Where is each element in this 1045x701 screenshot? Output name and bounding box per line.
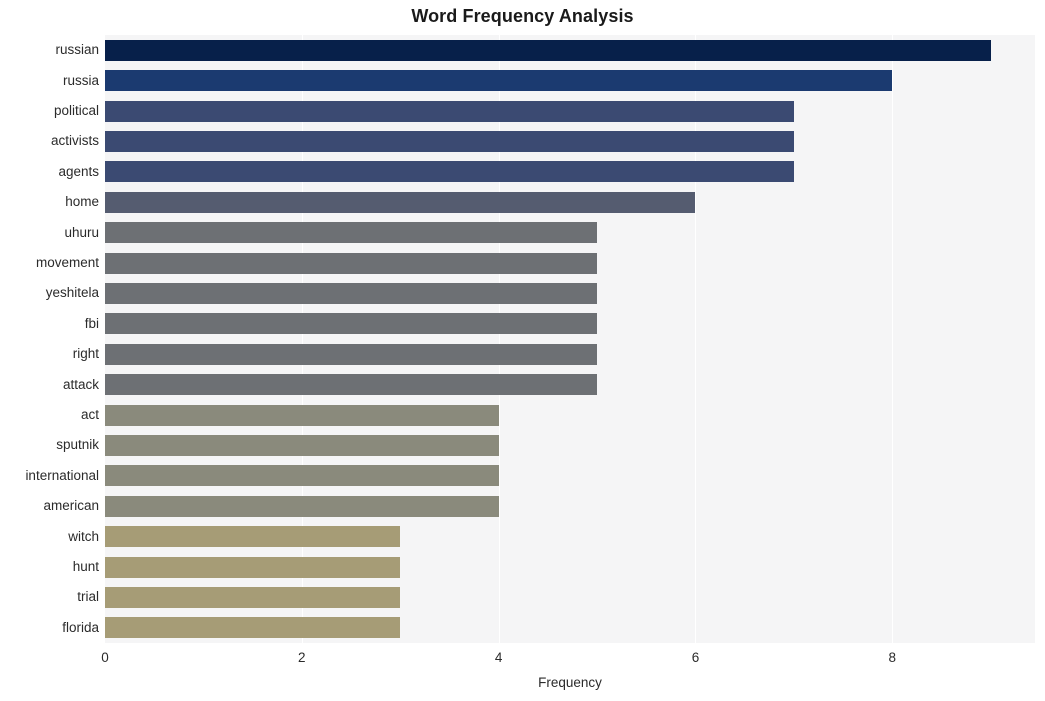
bar-yeshitela bbox=[105, 282, 598, 304]
bar-act bbox=[105, 404, 499, 426]
x-tick-label-6: 6 bbox=[691, 650, 700, 665]
y-tick-label-hunt: hunt bbox=[72, 559, 99, 574]
bar-activists bbox=[105, 130, 794, 152]
x-axis-tick-labels: 0 2 4 6 8 bbox=[0, 650, 1045, 672]
y-tick-label-right: right bbox=[72, 346, 99, 362]
bar-political bbox=[105, 100, 794, 122]
y-tick-label-activists: activists bbox=[50, 133, 99, 149]
y-tick-label-american: american bbox=[43, 498, 99, 514]
y-tick-label-russian: russian bbox=[55, 42, 99, 58]
x-tick-label-2: 2 bbox=[298, 650, 306, 665]
bar-trial bbox=[105, 586, 401, 608]
bar-american bbox=[105, 495, 499, 517]
y-tick-label-international: international bbox=[25, 467, 99, 483]
bar-right bbox=[105, 343, 598, 365]
y-tick-label-yeshitela: yeshitela bbox=[45, 285, 99, 301]
y-tick-label-fbi: fbi bbox=[84, 315, 99, 331]
x-tick-label-0: 0 bbox=[101, 650, 109, 665]
bar-movement bbox=[105, 252, 598, 274]
bar-russian bbox=[105, 39, 991, 61]
x-tick-label-8: 8 bbox=[888, 650, 897, 665]
y-tick-label-witch: witch bbox=[68, 528, 99, 544]
bar-international bbox=[105, 465, 499, 487]
y-tick-label-political: political bbox=[53, 103, 99, 118]
bar-attack bbox=[105, 374, 598, 396]
x-tick-label-4: 4 bbox=[494, 650, 503, 665]
y-axis-tick-labels: russian russia political activists agents hom… bbox=[0, 35, 99, 643]
bar-sputnik bbox=[105, 434, 499, 456]
x-axis-title: Frequency bbox=[538, 675, 602, 690]
bars-layer bbox=[105, 35, 1035, 643]
bar-russia bbox=[105, 70, 893, 92]
y-tick-label-trial: trial bbox=[77, 589, 99, 605]
bar-uhuru bbox=[105, 222, 598, 244]
bar-witch bbox=[105, 526, 401, 548]
bar-fbi bbox=[105, 313, 598, 335]
y-tick-label-russia: russia bbox=[62, 72, 99, 88]
y-tick-label-uhuru: uhuru bbox=[64, 224, 99, 240]
y-tick-label-sputnik: sputnik bbox=[56, 437, 99, 453]
bar-florida bbox=[105, 617, 401, 639]
plot-area bbox=[105, 35, 1035, 643]
y-tick-label-attack: attack bbox=[62, 376, 99, 392]
bar-home bbox=[105, 191, 696, 213]
y-tick-label-act: act bbox=[80, 407, 99, 422]
y-tick-label-agents: agents bbox=[58, 163, 99, 179]
y-tick-label-florida: florida bbox=[62, 619, 99, 635]
y-tick-label-movement: movement bbox=[35, 255, 99, 270]
bar-agents bbox=[105, 161, 794, 183]
chart-figure: Word Frequency Analysis russian russia pol… bbox=[0, 0, 1045, 701]
page-title: Word Frequency Analysis bbox=[411, 6, 634, 26]
y-tick-label-home: home bbox=[65, 194, 99, 210]
bar-hunt bbox=[105, 556, 401, 578]
